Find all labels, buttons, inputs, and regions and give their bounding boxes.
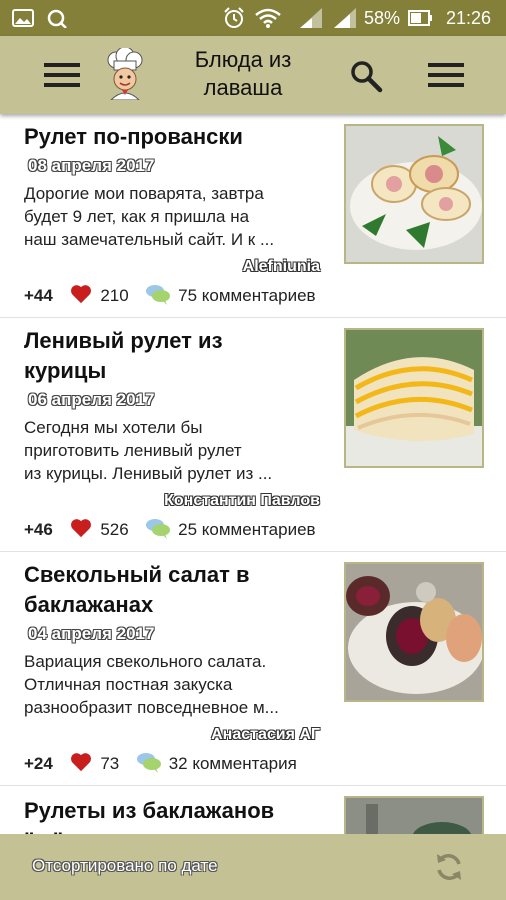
comments-count[interactable]: 32 комментария [169,754,297,773]
food-photo-lazy-roll [346,330,482,466]
recipe-title-line2: "..." [24,826,344,834]
recipe-description: Сегодня мы хотели бы приготовить ленивый… [24,416,324,485]
signal-icon [300,8,322,28]
search-icon[interactable] [348,58,384,94]
recipe-date: 08 апреля 2017 [28,156,155,175]
status-bar: 58% 21:26 [0,0,506,36]
alarm-icon [224,7,244,28]
comments-count[interactable]: 75 комментариев [178,286,315,305]
overflow-menu-icon[interactable] [426,60,466,90]
heart-icon[interactable] [70,752,92,772]
rating-count: +24 [24,754,53,773]
recipe-title: Свекольный салат в баклажанах [24,560,334,620]
app-title-line2: лаваша [203,75,283,100]
recipe-desc-line3: из курицы. Ленивый рулет из ... [24,464,273,483]
bottom-bar: Отсортировано по дате [0,834,506,900]
recipe-description: Дорогие мои поварята, завтра будет 9 лет… [24,182,324,251]
rating-count: +44 [24,286,53,305]
recipe-thumbnail[interactable] [344,124,484,264]
recipe-title-line1: Ленивый рулет из [24,328,223,353]
recipe-desc-line2: приготовить ленивый рулет [24,441,242,460]
food-photo-beet-eggplant [346,564,482,700]
recipe-card[interactable]: Ленивый рулет из курицы 06 апреля 2017 С… [0,318,506,552]
clock: 21:26 [446,8,492,28]
recipe-desc-line2: будет 9 лет, как я пришла на [24,207,250,226]
chef-logo-icon[interactable] [100,48,150,100]
recipe-desc-line1: Дорогие мои поварята, завтра [24,184,264,203]
recipe-stats: +44 210 75 комментариев [24,283,316,306]
recipe-author[interactable]: Анастасия АГ [211,726,320,744]
recipe-title-line1: Свекольный салат в [24,562,250,587]
app-title: Блюда из лаваша [170,46,316,102]
recipe-title-line2: баклажанах [24,592,154,617]
app-bar: Блюда из лаваша [0,36,506,114]
recipe-desc-line3: разнообразит повседневное м... [24,698,279,717]
recipe-title-line1: Рулет по-провански [24,124,243,149]
comments-count[interactable]: 25 комментариев [178,520,315,539]
rating-count: +46 [24,520,53,539]
app-title-line1: Блюда из [194,47,292,72]
sync-icon [47,9,67,28]
signal-r-icon [334,8,356,28]
recipe-desc-line1: Сегодня мы хотели бы [24,418,203,437]
recipe-thumbnail[interactable] [344,796,484,834]
heart-icon[interactable] [70,284,92,304]
recipe-stats: +24 73 32 комментария [24,751,297,774]
heart-icon[interactable] [70,518,92,538]
menu-icon[interactable] [42,60,82,90]
recipe-stats: +46 526 25 комментариев [24,517,316,540]
food-photo-eggplant-rolls [346,798,482,834]
recipe-author[interactable]: Alefniunia [243,258,320,276]
gallery-icon [12,9,34,27]
refresh-icon[interactable] [432,850,466,884]
battery-percent: 58% [364,8,401,28]
likes-count: 73 [100,754,120,773]
likes-count: 526 [100,520,129,539]
battery-icon [408,10,432,26]
recipe-date: 04 апреля 2017 [28,624,155,643]
comments-icon[interactable] [145,517,171,539]
recipe-title: Рулет по-провански [24,122,334,152]
wifi-icon [255,8,281,28]
recipe-title: Ленивый рулет из курицы [24,326,334,386]
recipe-date: 06 апреля 2017 [28,390,155,409]
comments-icon[interactable] [136,751,162,773]
food-photo-rulet-provence [346,126,482,262]
sort-label[interactable]: Отсортировано по дате [32,856,218,876]
recipe-author[interactable]: Константин Павлов [164,492,320,510]
likes-count: 210 [100,286,129,305]
recipe-list: Рулет по-провански 08 апреля 2017 Дороги… [0,114,506,834]
recipe-desc-line3: наш замечательный сайт. И к ... [24,230,275,249]
recipe-title-line1: Рулеты из баклажанов [24,798,275,823]
recipe-card[interactable]: Свекольный салат в баклажанах 04 апреля … [0,552,506,786]
recipe-thumbnail[interactable] [344,562,484,702]
recipe-description: Вариация свекольного салата. Отличная по… [24,650,324,719]
recipe-desc-line2: Отличная постная закуска [24,675,233,694]
recipe-desc-line1: Вариация свекольного салата. [24,652,267,671]
recipe-card[interactable]: Рулет по-провански 08 апреля 2017 Дороги… [0,114,506,318]
recipe-title: Рулеты из баклажанов "..." [24,796,344,834]
recipe-card[interactable]: Рулеты из баклажанов "..." [0,786,506,834]
recipe-thumbnail[interactable] [344,328,484,468]
comments-icon[interactable] [145,283,171,305]
recipe-title-line2: курицы [24,358,107,383]
